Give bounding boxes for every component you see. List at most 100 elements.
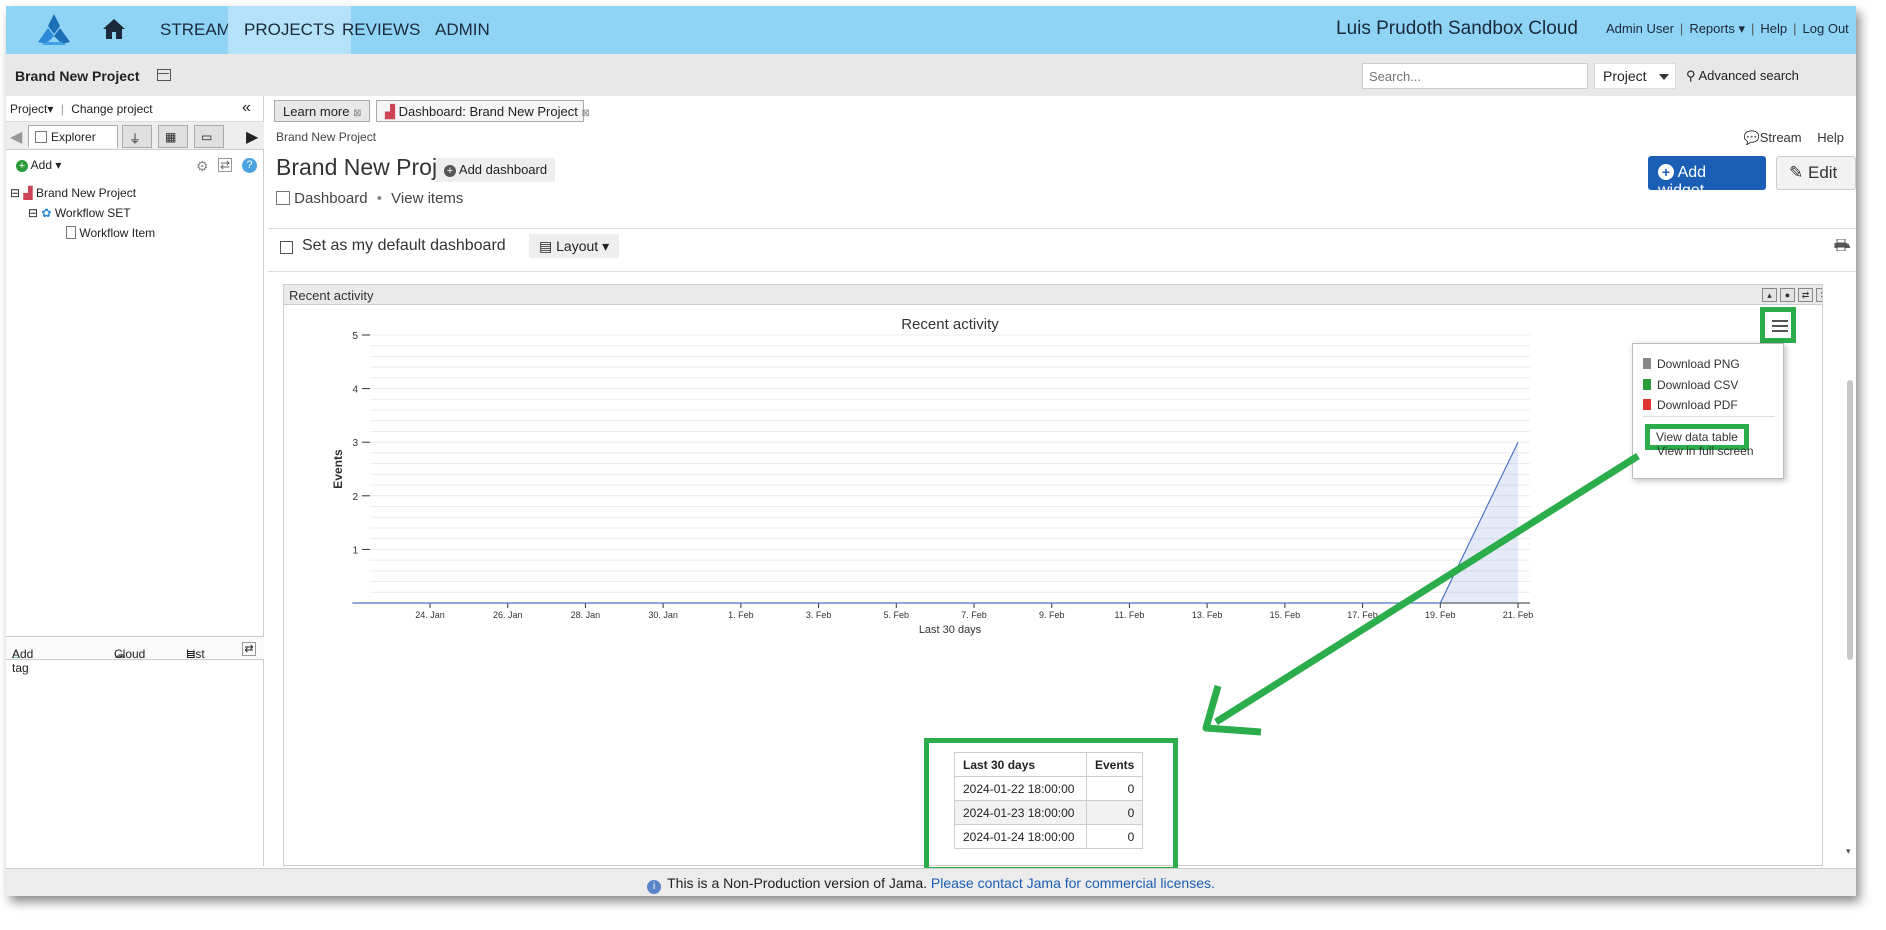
table-row: 2024-01-22 18:00:00 0 [954, 776, 1144, 801]
scroll-down-icon[interactable]: ▾ [1846, 846, 1851, 857]
x-tick-label: 19. Feb [1425, 610, 1456, 620]
menu-item-download-png[interactable]: Download PNG [1657, 357, 1740, 371]
project-menu[interactable]: Project▾ [10, 102, 53, 116]
cloud-label: Cloud [114, 647, 146, 661]
edit-button[interactable]: ✎ Edit [1776, 156, 1856, 190]
contact-link[interactable]: Please contact Jama for commercial licen… [931, 875, 1215, 891]
tab-dashboard[interactable]: ▟ Dashboard: Brand New Project ⊠ [376, 100, 590, 122]
gear-icon[interactable]: ⚙ [196, 158, 209, 175]
table-cell: 2024-01-23 18:00:00 [954, 800, 1087, 825]
menu-icon [1772, 320, 1788, 322]
add-dashboard-label: Add dashboard [458, 162, 548, 177]
arrow-right-icon[interactable]: ▶ [246, 127, 258, 147]
stream-link[interactable]: 💬Stream [1744, 130, 1802, 145]
tree-node-project[interactable]: ⊟ ▟ Brand New Project [10, 186, 136, 200]
breadcrumb[interactable]: Brand New Project [276, 130, 376, 144]
collapse-toggle-icon[interactable]: ⊟ [10, 186, 20, 200]
default-dashboard-checkbox[interactable] [280, 241, 293, 254]
y-tick-label: 1 [352, 545, 358, 556]
caret-down-icon [1659, 74, 1669, 80]
dashboard-link[interactable]: Dashboard [294, 190, 367, 207]
caret-down-icon: ▾ [602, 238, 610, 254]
cloud-name: Luis Prudoth Sandbox Cloud [1336, 18, 1578, 39]
scrollbar[interactable]: ▴ ▾ [1846, 240, 1854, 860]
advanced-search-link[interactable]: ⚲ Advanced search [1686, 68, 1799, 84]
arrow-left-icon[interactable]: ◀ [10, 127, 22, 147]
tab-explorer[interactable]: Explorer [28, 125, 118, 148]
collapse-icon[interactable]: « [242, 99, 251, 117]
add-widget-button[interactable]: + Add widget [1648, 156, 1766, 199]
filter-icon: ⏚ [129, 132, 142, 146]
comment-icon: 💬 [1743, 130, 1760, 145]
search-scope-select[interactable]: Project [1594, 63, 1676, 89]
help-icon[interactable]: ? [242, 158, 257, 173]
home-icon[interactable] [102, 18, 126, 40]
change-project-link[interactable]: Change project [71, 102, 152, 116]
project-layout-icon[interactable] [157, 69, 171, 81]
add-menu[interactable]: + Add ▾ [16, 158, 61, 172]
menu-item-download-pdf[interactable]: Download PDF [1657, 398, 1738, 412]
refresh-icon[interactable]: ⇄ [242, 642, 256, 656]
tab-calendar[interactable]: ▦ [158, 125, 188, 148]
tab-learn-more[interactable]: Learn more ⊠ [274, 100, 370, 122]
set-icon: ✿ [41, 206, 52, 220]
x-tick-label: 26. Jan [493, 610, 523, 620]
menu-item-download-csv[interactable]: Download CSV [1657, 378, 1738, 392]
table-cell: 0 [1085, 776, 1144, 801]
tag-bar: ⌂ Add tag ☁ Cloud ≣ List ⇄ [6, 636, 264, 675]
collapse-toggle-icon[interactable]: ⊟ [28, 206, 38, 220]
nav-tab-admin[interactable]: ADMIN [419, 6, 506, 54]
reports-menu[interactable]: Reports ▾ [1689, 21, 1745, 36]
caret-down-icon: ▾ [1738, 21, 1745, 36]
menu-icon [1772, 330, 1788, 332]
collapse-widget-icon[interactable]: ▴ [1762, 288, 1777, 302]
layout-icon: ▤ [539, 238, 553, 254]
tab-window[interactable]: ▭ [194, 125, 224, 148]
close-widget-icon[interactable]: ✕ [1816, 288, 1822, 302]
status-bar: i This is a Non-Production version of Jam… [6, 868, 1856, 896]
tree-node-label: Brand New Project [35, 186, 137, 200]
jama-logo-icon[interactable] [34, 12, 74, 48]
settings-widget-icon[interactable]: ● [1780, 288, 1795, 302]
top-nav: STREAM PROJECTS REVIEWS ADMIN Luis Prudo… [6, 6, 1856, 54]
content-links: 💬Stream Help [1744, 130, 1844, 146]
reports-label: Reports [1689, 21, 1735, 36]
x-tick-label: 11. Feb [1114, 610, 1144, 620]
dashboard-icon [276, 191, 290, 205]
help-link[interactable]: Help [1817, 130, 1844, 145]
tree-node-label: Workflow Item [79, 226, 156, 240]
table-row: 2024-01-24 18:00:00 0 [954, 824, 1144, 849]
scroll-up-icon[interactable]: ▴ [1846, 240, 1851, 251]
view-items-link[interactable]: View items [391, 190, 463, 207]
refresh-icon[interactable]: ⇄ [218, 158, 232, 172]
close-icon[interactable]: ⊠ [353, 108, 361, 119]
close-icon[interactable]: ⊠ [581, 108, 589, 119]
tree-node-set[interactable]: ⊟ ✿ Workflow SET [28, 206, 131, 220]
table-cell: 2024-01-24 18:00:00 [954, 824, 1087, 849]
add-icon: + [16, 160, 28, 172]
admin-user-link[interactable]: Admin User [1606, 21, 1674, 36]
scrollbar-thumb[interactable] [1847, 380, 1853, 660]
refresh-widget-icon[interactable]: ⇄ [1798, 288, 1813, 302]
tab-label: Learn more [283, 104, 350, 119]
separator-dot: • [376, 190, 382, 207]
default-dashboard-label: Set as my default dashboard [302, 237, 506, 254]
menu-item-full-screen[interactable]: View in full screen [1657, 444, 1754, 458]
add-dashboard-button[interactable]: + Add dashboard [436, 158, 556, 182]
data-table: Last 30 days Events 2024-01-22 18:00:00 0… [954, 752, 1144, 849]
widget-header: Recent activity ▴ ● ⇄ ✕ [284, 285, 1822, 305]
help-link[interactable]: Help [1760, 21, 1787, 36]
add-label: Add [30, 158, 53, 172]
calendar-icon: ▦ [165, 130, 177, 144]
tab-filter[interactable]: ⏚ [122, 125, 152, 148]
explorer-icon [35, 131, 47, 143]
x-tick-label: 5. Feb [884, 610, 910, 620]
caret-down-icon: ▾ [55, 158, 62, 172]
chart-menu-button[interactable] [1760, 307, 1796, 343]
layout-dropdown[interactable]: ▤ Layout ▾ [529, 234, 620, 258]
list-label: List [186, 647, 205, 661]
tree-node-item[interactable]: Workflow Item [66, 226, 155, 240]
logout-link[interactable]: Log Out [1803, 21, 1849, 36]
table-header: Events [1085, 752, 1144, 777]
search-input[interactable] [1362, 63, 1588, 89]
